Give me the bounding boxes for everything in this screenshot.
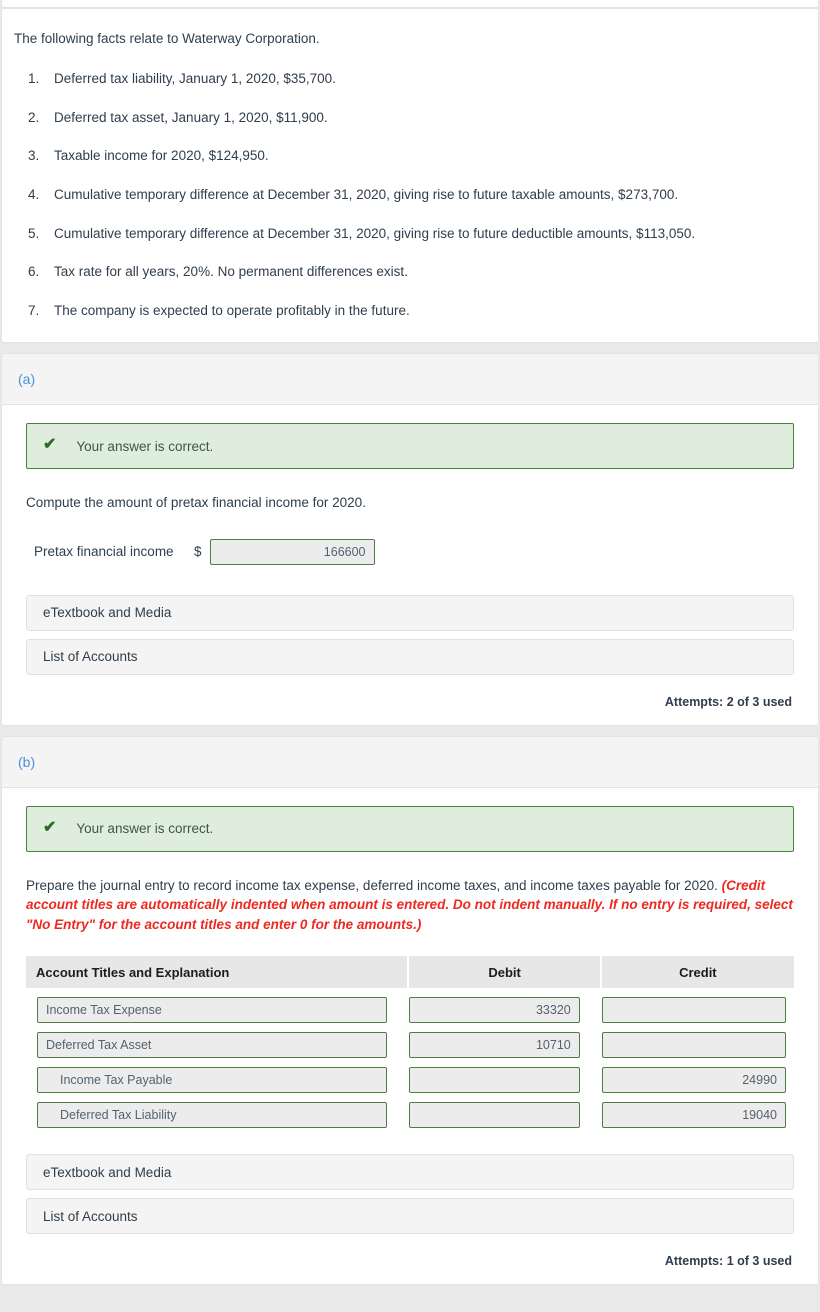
part-a-feedback-banner: ✔ Your answer is correct. <box>26 423 794 470</box>
cell-account: Income Tax Payable <box>26 1058 409 1094</box>
column-header-credit: Credit <box>601 956 794 989</box>
cell-account: Deferred Tax Asset <box>26 1023 409 1059</box>
part-b-label: (b) <box>18 753 36 770</box>
part-b-prompt: Prepare the journal entry to record inco… <box>26 876 794 935</box>
table-row: Income Tax Expense 33320 <box>26 988 794 1024</box>
previous-card-sliver <box>1 0 819 8</box>
check-icon: ✔ <box>43 818 57 836</box>
journal-table-body: Income Tax Expense 33320 Deferred Tax As… <box>26 988 794 1129</box>
part-a-header: (a) <box>2 354 818 406</box>
part-a-body: ✔ Your answer is correct. Compute the am… <box>2 405 818 725</box>
part-b-feedback-banner: ✔ Your answer is correct. <box>26 805 794 852</box>
cell-debit: 10710 <box>409 1023 601 1059</box>
part-b-prompt-main: Prepare the journal entry to record inco… <box>26 877 722 893</box>
fact-number: 7. <box>28 302 40 318</box>
part-b-attempts: Attempts: 1 of 3 used <box>664 1254 792 1269</box>
account-title-input[interactable]: Deferred Tax Asset <box>37 1032 388 1059</box>
fact-text: The company is expected to operate profi… <box>54 302 410 318</box>
column-header-account: Account Titles and Explanation <box>26 956 410 989</box>
assignment-page: The following facts relate to Waterway C… <box>0 0 820 1286</box>
cell-debit <box>409 1093 601 1129</box>
cell-account: Income Tax Expense <box>26 988 409 1024</box>
cell-debit <box>409 1058 601 1094</box>
fact-number: 1. <box>28 71 40 87</box>
cell-credit: 19040 <box>601 1093 794 1129</box>
fact-text: Tax rate for all years, 20%. No permanen… <box>54 264 408 280</box>
part-b-header: (b) <box>2 736 818 788</box>
pretax-income-input[interactable]: 166600 <box>209 538 375 565</box>
cell-debit: 33320 <box>409 988 601 1024</box>
part-a-prompt: Compute the amount of pretax financial i… <box>26 495 366 511</box>
list-of-accounts-button-b[interactable]: List of Accounts <box>26 1198 794 1235</box>
cell-credit <box>601 1023 794 1059</box>
journal-header-row: Account Titles and Explanation Debit Cre… <box>26 956 794 989</box>
table-row: Deferred Tax Asset 10710 <box>26 1023 794 1059</box>
credit-amount-input[interactable]: 19040 <box>601 1102 786 1129</box>
fact-item: 7. The company is expected to operate pr… <box>12 301 808 321</box>
check-icon: ✔ <box>43 436 57 454</box>
part-b-body: ✔ Your answer is correct. Prepare the jo… <box>2 788 818 1285</box>
cell-account: Deferred Tax Liability <box>26 1093 409 1129</box>
list-of-accounts-button-a[interactable]: List of Accounts <box>26 638 794 675</box>
cell-credit <box>601 988 794 1024</box>
fact-item: 5. Cumulative temporary difference at De… <box>12 224 808 244</box>
pretax-income-label: Pretax financial income <box>34 544 174 560</box>
fact-number: 6. <box>28 264 40 280</box>
journal-table-head: Account Titles and Explanation Debit Cre… <box>26 956 794 989</box>
feedback-text: Your answer is correct. <box>76 821 214 837</box>
fact-text: Cumulative temporary difference at Decem… <box>54 225 696 241</box>
debit-amount-input[interactable]: 33320 <box>409 997 580 1024</box>
fact-item: 1. Deferred tax liability, January 1, 20… <box>12 69 808 89</box>
credit-amount-input[interactable] <box>601 1032 786 1059</box>
account-title-input[interactable]: Income Tax Expense <box>37 997 388 1024</box>
credit-amount-input[interactable] <box>601 997 786 1024</box>
facts-intro: The following facts relate to Waterway C… <box>14 31 320 46</box>
fact-number: 5. <box>28 225 40 241</box>
column-header-debit: Debit <box>409 956 602 989</box>
debit-amount-input[interactable] <box>409 1102 580 1129</box>
fact-text: Taxable income for 2020, $124,950. <box>54 148 269 164</box>
cell-credit: 24990 <box>601 1058 794 1094</box>
journal-entry-table: Account Titles and Explanation Debit Cre… <box>26 956 794 1129</box>
part-b-card: (b) ✔ Your answer is correct. Prepare th… <box>1 735 819 1286</box>
etextbook-and-media-button-a[interactable]: eTextbook and Media <box>26 594 794 631</box>
feedback-text: Your answer is correct. <box>76 438 214 454</box>
part-a-attempts: Attempts: 2 of 3 used <box>664 694 792 709</box>
table-row: Deferred Tax Liability 19040 <box>26 1093 794 1129</box>
debit-amount-input[interactable]: 10710 <box>409 1032 580 1059</box>
fact-text: Deferred tax asset, January 1, 2020, $11… <box>54 109 328 125</box>
fact-item: 6. Tax rate for all years, 20%. No perma… <box>12 262 808 282</box>
fact-item: 4. Cumulative temporary difference at De… <box>12 185 808 205</box>
part-a-label: (a) <box>18 371 36 388</box>
fact-number: 2. <box>28 109 40 125</box>
facts-card: The following facts relate to Waterway C… <box>1 8 819 344</box>
fact-text: Cumulative temporary difference at Decem… <box>54 186 679 202</box>
fact-text: Deferred tax liability, January 1, 2020,… <box>54 71 336 87</box>
table-row: Income Tax Payable 24990 <box>26 1058 794 1094</box>
facts-list: 1. Deferred tax liability, January 1, 20… <box>12 69 808 320</box>
fact-number: 4. <box>28 186 40 202</box>
pretax-income-row: Pretax financial income $ 166600 <box>34 538 794 565</box>
credit-amount-input[interactable]: 24990 <box>601 1067 786 1094</box>
fact-item: 3. Taxable income for 2020, $124,950. <box>12 146 808 166</box>
debit-amount-input[interactable] <box>409 1067 580 1094</box>
account-title-input[interactable]: Deferred Tax Liability <box>37 1102 388 1129</box>
account-title-input[interactable]: Income Tax Payable <box>37 1067 388 1094</box>
fact-number: 3. <box>28 148 40 164</box>
currency-symbol: $ <box>194 544 202 560</box>
fact-item: 2. Deferred tax asset, January 1, 2020, … <box>12 108 808 128</box>
part-a-card: (a) ✔ Your answer is correct. Compute th… <box>1 353 819 726</box>
etextbook-and-media-button-b[interactable]: eTextbook and Media <box>26 1154 794 1191</box>
